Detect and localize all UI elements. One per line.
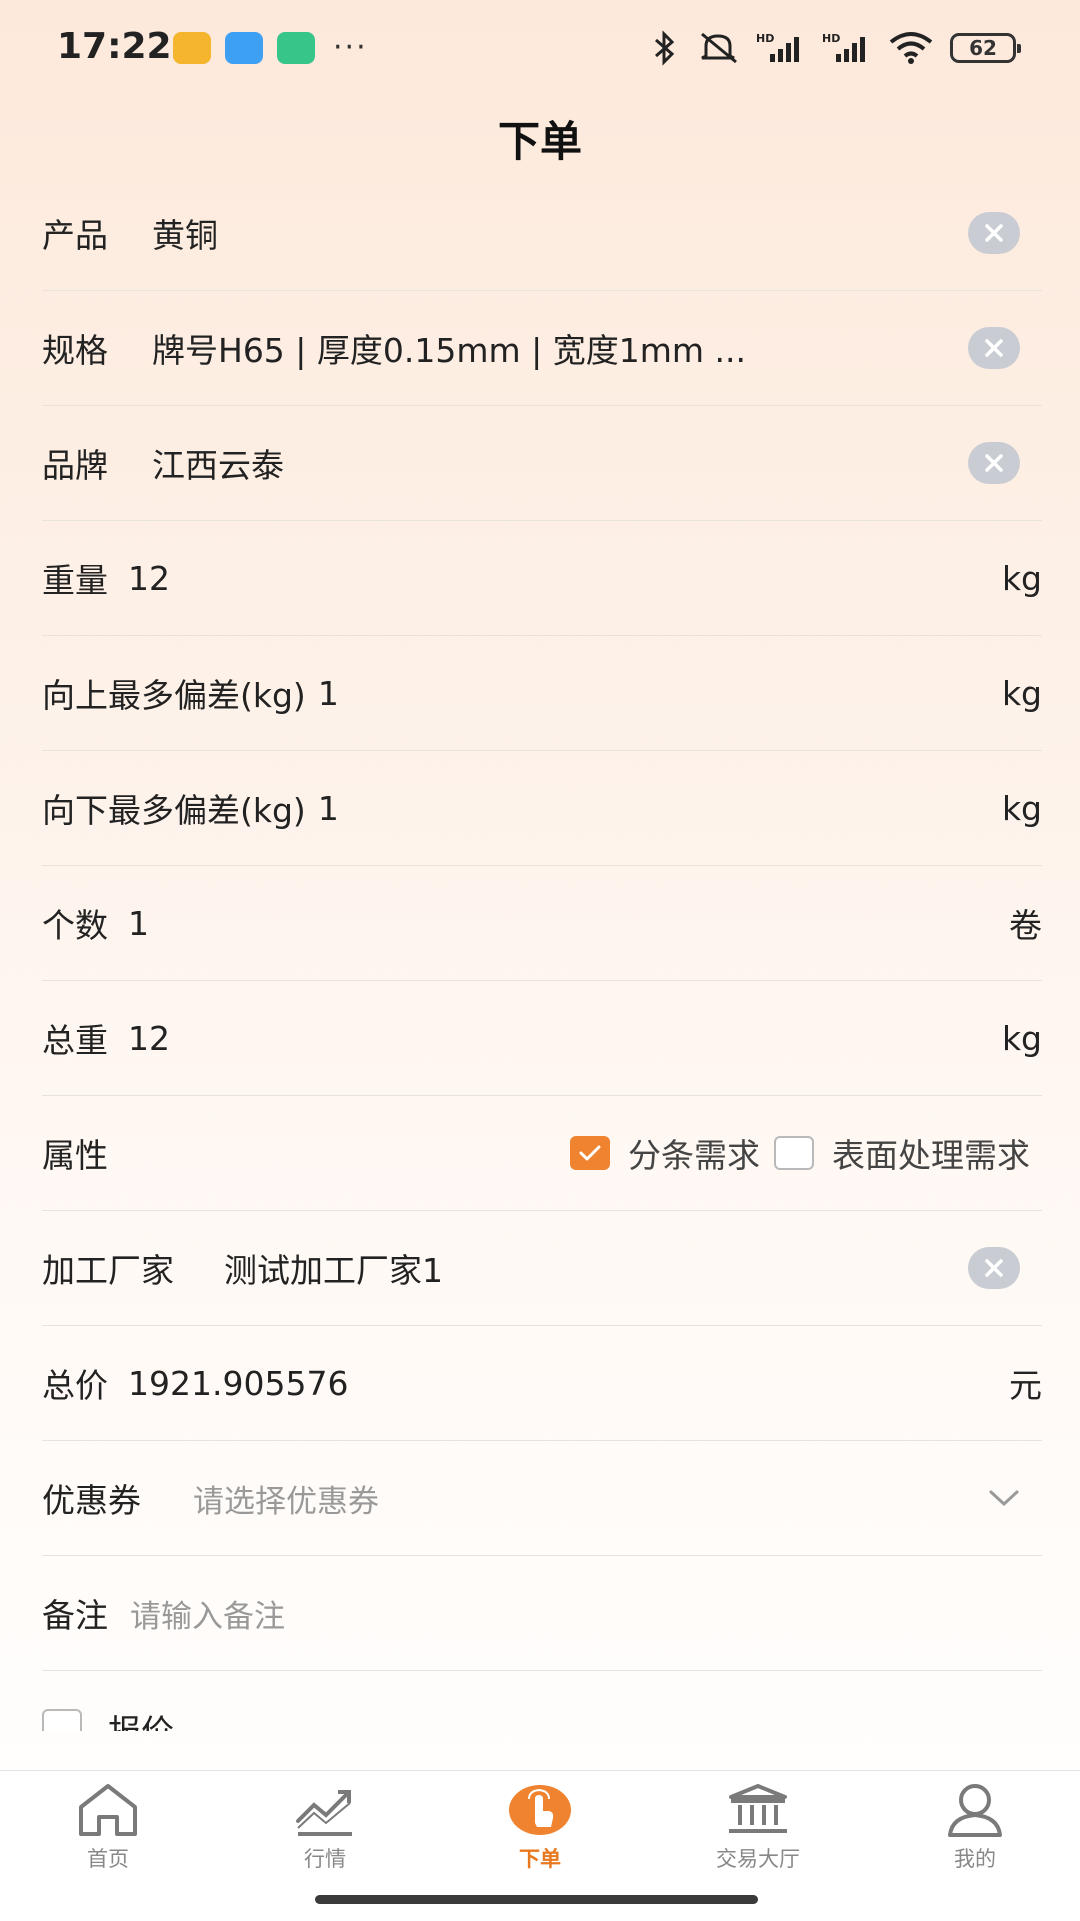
tab-trading-hall-label: 交易大厅 — [716, 1847, 800, 1871]
count-row: 个数 1 卷 — [42, 866, 1042, 981]
tab-home-label: 首页 — [87, 1847, 129, 1871]
tab-home[interactable]: 首页 — [43, 1781, 173, 1873]
status-time: 17:22 — [57, 26, 172, 67]
total-weight-label: 总重 — [42, 1021, 108, 1060]
gallery-app-icon — [173, 32, 211, 64]
tab-market[interactable]: 行情 — [260, 1781, 390, 1873]
spec-row[interactable]: 规格 牌号H65 | 厚度0.15mm | 宽度1mm ... — [42, 291, 1042, 406]
product-value[interactable]: 黄铜 — [152, 209, 218, 257]
factory-label: 加工厂家 — [42, 1251, 174, 1290]
bank-hall-icon — [729, 1784, 787, 1833]
total-price-value: 1921.905576 — [128, 1363, 349, 1403]
lower-deviation-input[interactable]: 1 — [318, 789, 339, 828]
lower-deviation-row: 向下最多偏差(kg) 1 kg — [42, 751, 1042, 866]
attributes-row: 属性 分条需求 表面处理需求 — [42, 1096, 1042, 1211]
more-notifications-icon: ··· — [333, 30, 368, 65]
notification-icons: ··· — [173, 32, 368, 64]
tab-profile-label: 我的 — [954, 1847, 996, 1871]
factory-row[interactable]: 加工厂家 测试加工厂家1 — [42, 1211, 1042, 1326]
signal-hd-icon-2: HD — [822, 32, 865, 62]
total-price-unit: 元 — [1009, 1366, 1042, 1405]
total-weight-row: 总重 12 kg — [42, 981, 1042, 1096]
battery-icon: 62 — [950, 33, 1021, 63]
home-indicator[interactable] — [315, 1895, 758, 1904]
bluetooth-icon — [655, 30, 675, 66]
page-title: 下单 — [497, 117, 582, 166]
market-chart-icon — [296, 1790, 352, 1836]
factory-value[interactable]: 测试加工厂家1 — [224, 1244, 443, 1292]
surface-treatment-label[interactable]: 表面处理需求 — [832, 1129, 1030, 1177]
total-weight-unit: kg — [1001, 1018, 1042, 1058]
attribute-options: 分条需求 表面处理需求 — [570, 1129, 1030, 1177]
svg-text:HD: HD — [756, 32, 774, 45]
count-label: 个数 — [42, 906, 108, 945]
remark-input[interactable]: 请输入备注 — [130, 1591, 285, 1636]
status-bar: 17:22 ··· HD HD 62 — [0, 0, 1080, 100]
coupon-row[interactable]: 优惠券 请选择优惠券 — [42, 1441, 1042, 1556]
lower-deviation-label: 向下最多偏差(kg) — [42, 791, 306, 830]
weight-input[interactable]: 12 — [128, 559, 170, 598]
user-icon — [948, 1784, 1002, 1837]
svg-text:HD: HD — [822, 32, 840, 45]
slitting-checkbox[interactable] — [570, 1136, 610, 1170]
tab-order[interactable]: 下单 — [475, 1781, 605, 1873]
weight-row: 重量 12 kg — [42, 521, 1042, 636]
product-row[interactable]: 产品 黄铜 — [42, 176, 1042, 291]
upper-deviation-label: 向上最多偏差(kg) — [42, 676, 306, 715]
spec-value[interactable]: 牌号H65 | 厚度0.15mm | 宽度1mm ... — [152, 324, 746, 372]
product-label: 产品 — [42, 216, 108, 255]
upper-deviation-unit: kg — [1001, 673, 1042, 713]
total-price-label: 总价 — [42, 1366, 108, 1405]
upper-deviation-row: 向上最多偏差(kg) 1 kg — [42, 636, 1042, 751]
system-indicators: HD HD 62 — [648, 30, 1021, 66]
clear-spec-icon[interactable] — [968, 327, 1020, 369]
weight-unit: kg — [1001, 558, 1042, 598]
surface-treatment-checkbox[interactable] — [774, 1136, 814, 1170]
total-price-row: 总价 1921.905576 元 — [42, 1326, 1042, 1441]
remark-row: 备注 请输入备注 — [42, 1556, 1042, 1671]
brand-row[interactable]: 品牌 江西云泰 — [42, 406, 1042, 521]
partial-hidden-row: 报价... — [42, 1671, 1042, 1731]
partial-checkbox[interactable] — [42, 1709, 82, 1731]
remark-label: 备注 — [42, 1596, 108, 1635]
spec-label: 规格 — [42, 331, 108, 370]
count-input[interactable]: 1 — [128, 904, 149, 943]
check-icon — [579, 1145, 601, 1161]
mi-home-app-icon — [277, 32, 315, 64]
coupon-label: 优惠券 — [42, 1481, 141, 1520]
battery-level: 62 — [969, 36, 997, 60]
clear-product-icon[interactable] — [968, 212, 1020, 254]
clear-factory-icon[interactable] — [968, 1247, 1020, 1289]
upper-deviation-input[interactable]: 1 — [318, 674, 339, 713]
cloud-app-icon — [225, 32, 263, 64]
attributes-label: 属性 — [42, 1136, 108, 1175]
clear-brand-icon[interactable] — [968, 442, 1020, 484]
count-unit: 卷 — [1009, 906, 1042, 945]
chevron-down-icon[interactable] — [988, 1488, 1020, 1508]
tab-order-label: 下单 — [519, 1847, 561, 1871]
mute-icon — [701, 32, 737, 64]
tab-profile[interactable]: 我的 — [910, 1781, 1040, 1873]
brand-value[interactable]: 江西云泰 — [152, 439, 284, 487]
slitting-label[interactable]: 分条需求 — [628, 1129, 760, 1177]
wifi-icon — [889, 32, 933, 64]
brand-label: 品牌 — [42, 446, 108, 485]
partial-label: 报价... — [108, 1705, 205, 1731]
order-tap-icon — [509, 1785, 571, 1835]
signal-hd-icon-1: HD — [756, 32, 799, 62]
coupon-select[interactable]: 请选择优惠券 — [193, 1476, 379, 1521]
tab-trading-hall[interactable]: 交易大厅 — [693, 1781, 823, 1873]
tab-market-label: 行情 — [304, 1847, 346, 1871]
home-icon — [79, 1784, 137, 1836]
order-form: 产品 黄铜 规格 牌号H65 | 厚度0.15mm | 宽度1mm ... 品牌… — [42, 176, 1042, 1731]
weight-label: 重量 — [42, 561, 108, 600]
lower-deviation-unit: kg — [1001, 788, 1042, 828]
total-weight-value: 12 — [128, 1018, 170, 1058]
